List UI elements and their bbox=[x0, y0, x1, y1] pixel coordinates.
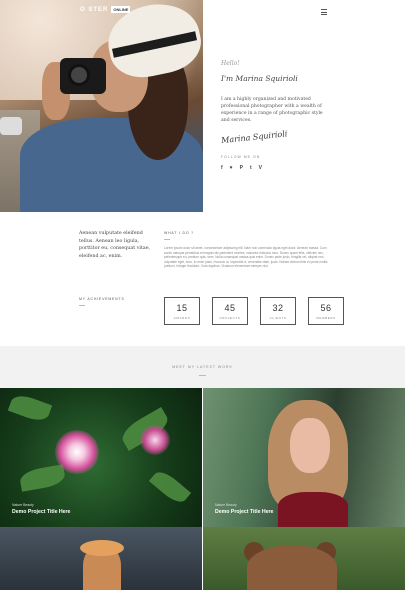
pinterest-icon[interactable]: P bbox=[240, 165, 243, 171]
portrait-image bbox=[278, 492, 348, 527]
stat-value: 56 bbox=[320, 302, 332, 313]
stat-value: 15 bbox=[176, 302, 188, 313]
portrait-image bbox=[290, 418, 330, 473]
stat-value: 32 bbox=[272, 302, 284, 313]
stat-clients: 32 CLIENTS bbox=[260, 297, 296, 325]
intro-block: Hello! I'm Marina Squirioli I am a highl… bbox=[221, 60, 371, 171]
stat-label: MEMBERS bbox=[316, 315, 336, 320]
facebook-icon[interactable]: f bbox=[221, 165, 223, 171]
intro-name: I'm Marina Squirioli bbox=[221, 74, 298, 83]
divider bbox=[79, 305, 85, 306]
hello-text: Hello! bbox=[221, 60, 240, 67]
stat-label: AWARDS bbox=[173, 315, 191, 320]
signature: Marina Squirioli bbox=[220, 129, 288, 146]
about-block: Aenean vulputate eleifend tellus. Aenean… bbox=[79, 230, 154, 260]
social-links: f ♥ P t V bbox=[221, 165, 371, 171]
stat-label: PROJECTS bbox=[219, 315, 241, 320]
stat-awards: 15 AWARDS bbox=[164, 297, 200, 325]
tile-title[interactable]: Demo Project Title Here bbox=[215, 509, 273, 515]
latest-work-title: MEET MY LATEST WORK bbox=[172, 365, 233, 369]
tile-category: Nature Beauty bbox=[215, 503, 237, 507]
hero-photo bbox=[0, 0, 203, 212]
lantern-image bbox=[80, 540, 124, 556]
follow-label: FOLLOW ME ON bbox=[221, 155, 261, 159]
tile-category: Nature Beauty bbox=[12, 503, 34, 507]
about-text: Aenean vulputate eleifend tellus. Aenean… bbox=[79, 231, 151, 259]
tile-caption[interactable]: Nature Beauty Demo Project Title Here bbox=[12, 503, 70, 515]
logo-badge: ONLINE bbox=[111, 6, 131, 13]
divider bbox=[199, 375, 206, 376]
heart-icon[interactable]: ♥ bbox=[230, 165, 233, 171]
achievements-heading: MY ACHIEVEMENTS bbox=[79, 297, 125, 306]
tile-caption[interactable]: Nature Beauty Demo Project Title Here bbox=[215, 503, 273, 515]
tile-title[interactable]: Demo Project Title Here bbox=[12, 509, 70, 515]
twitter-icon[interactable]: t bbox=[250, 165, 252, 171]
stats-row: 15 AWARDS 45 PROJECTS 32 CLIENTS 56 MEMB… bbox=[164, 297, 344, 325]
what-i-do-block: WHAT I DO ? Lorem ipsum dolor sit amet, … bbox=[164, 231, 328, 269]
achievements-label: MY ACHIEVEMENTS bbox=[79, 297, 125, 301]
intro-bio: I am a highly organized and motivated pr… bbox=[221, 97, 323, 123]
logo-text: O STER bbox=[80, 6, 109, 13]
hamburger-menu-icon[interactable] bbox=[321, 9, 327, 15]
vimeo-icon[interactable]: V bbox=[259, 165, 262, 171]
what-i-do-text: Lorem ipsum dolor sit amet, consectetuer… bbox=[164, 246, 328, 269]
stat-members: 56 MEMBERS bbox=[308, 297, 344, 325]
stat-projects: 45 PROJECTS bbox=[212, 297, 248, 325]
flower-image bbox=[55, 430, 99, 474]
what-i-do-label: WHAT I DO ? bbox=[164, 231, 194, 235]
stat-label: CLIENTS bbox=[269, 315, 287, 320]
divider bbox=[164, 239, 170, 240]
site-logo[interactable]: O STER ONLINE bbox=[80, 6, 131, 13]
hero-section: O STER ONLINE Hello! I'm Marina Squiriol… bbox=[0, 0, 405, 212]
stat-value: 45 bbox=[224, 302, 236, 313]
flower-image bbox=[140, 425, 170, 455]
bear-image bbox=[247, 545, 337, 590]
